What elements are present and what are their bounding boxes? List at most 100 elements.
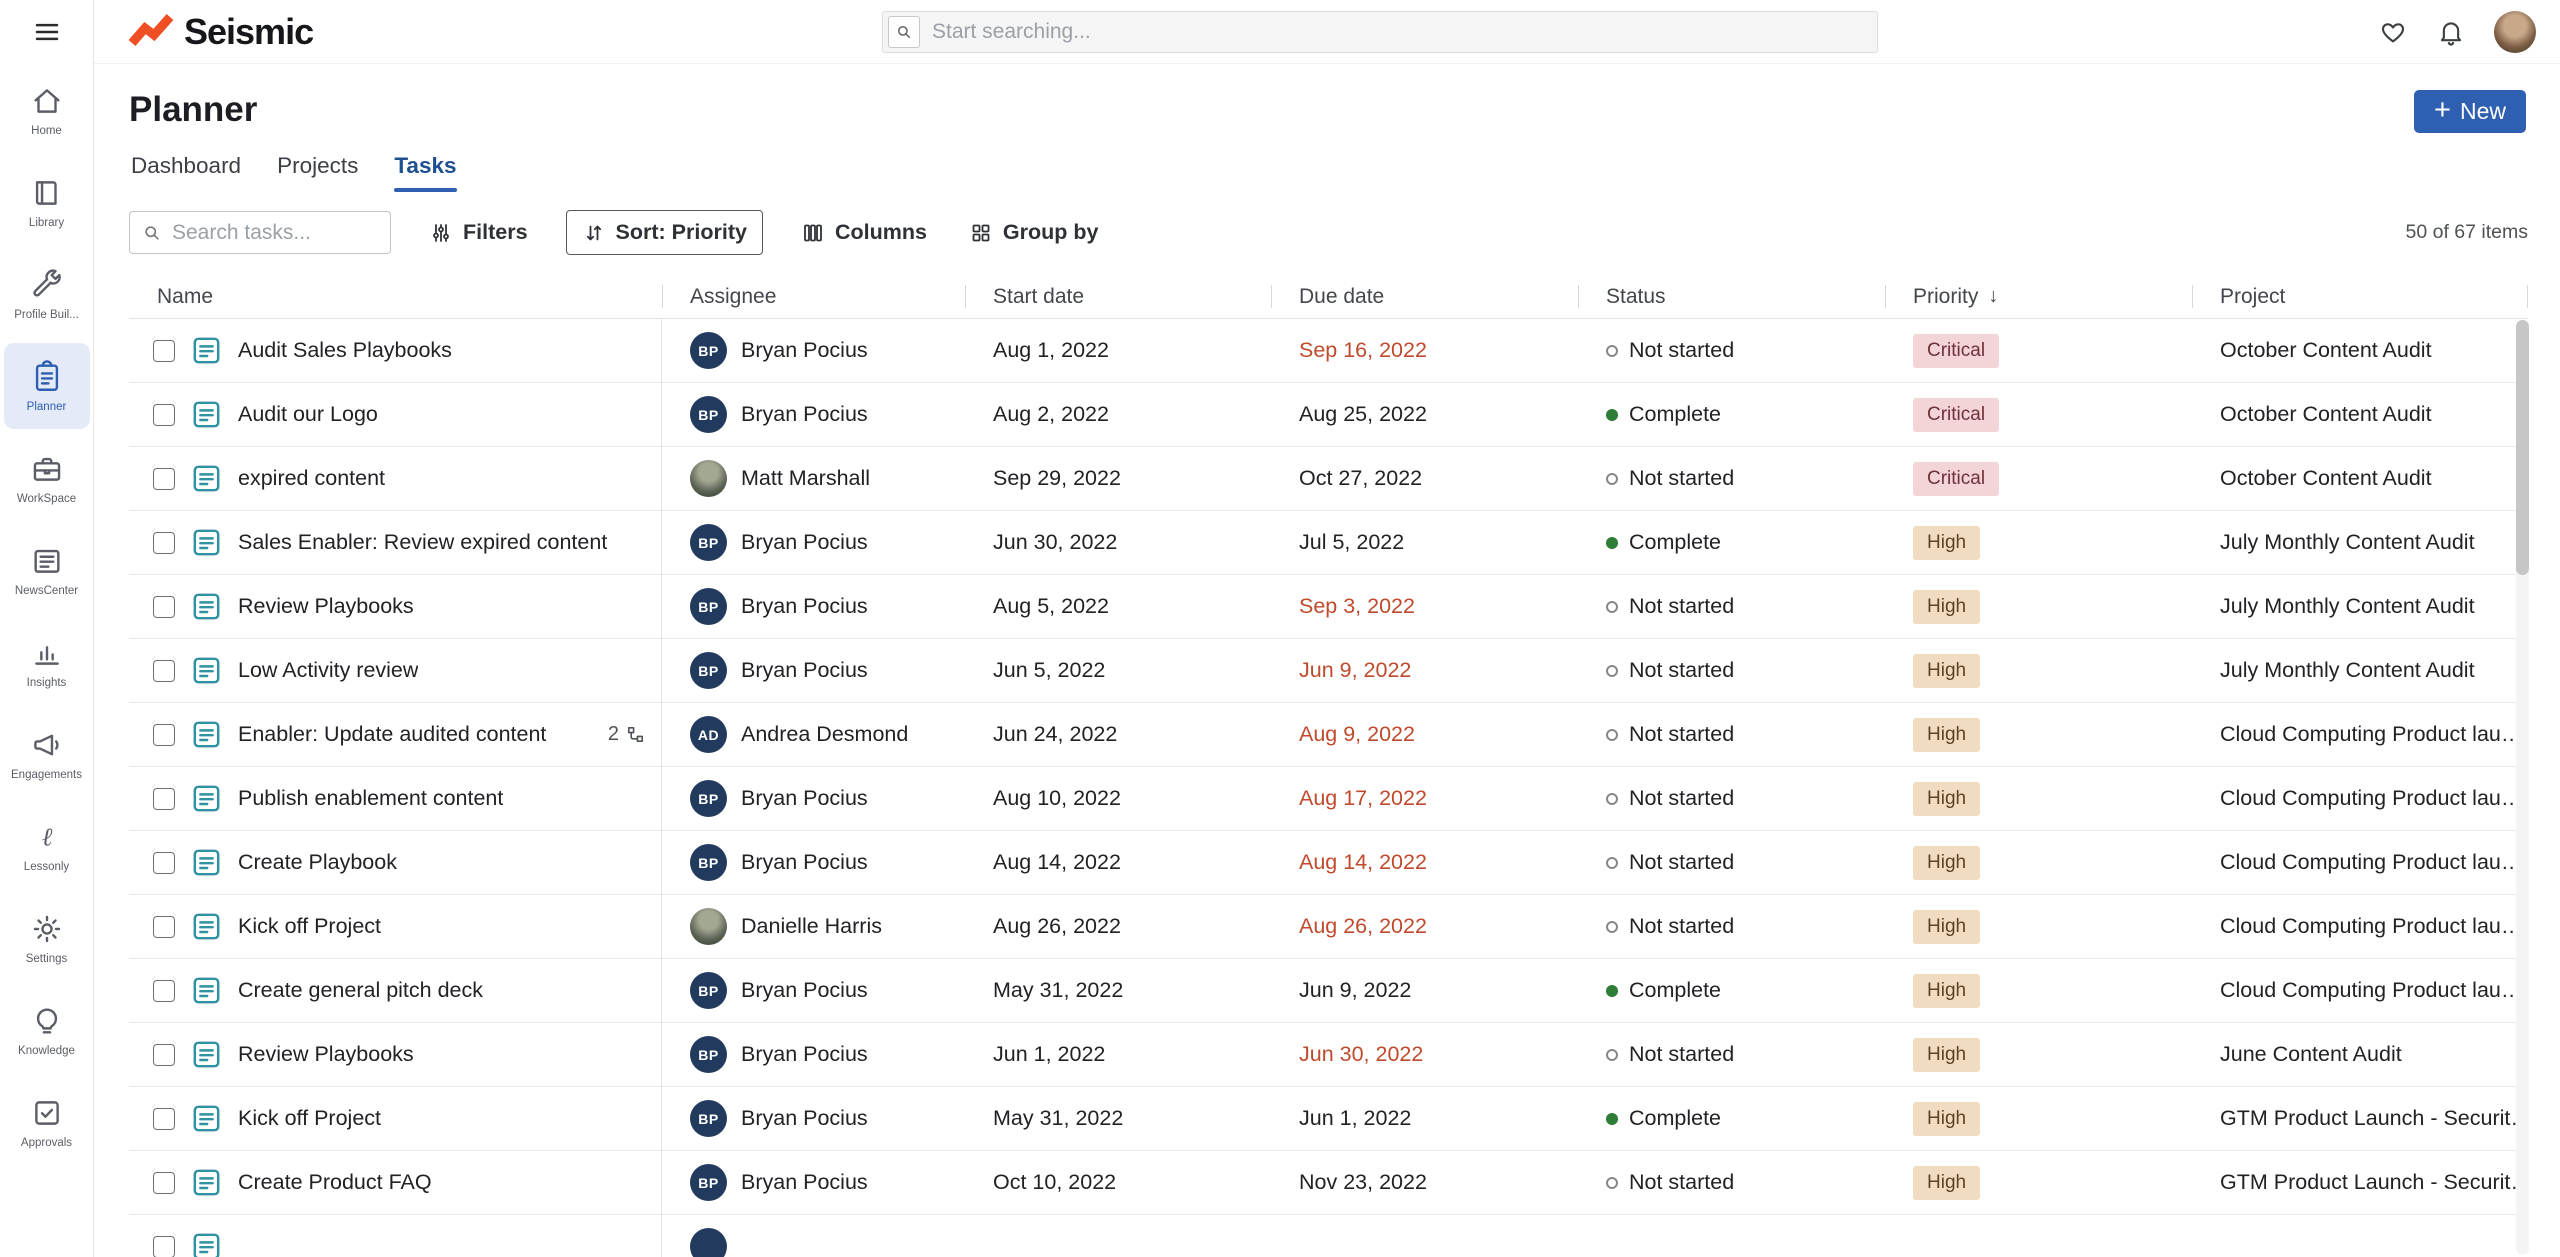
sidebar-item-planner[interactable]: Planner (0, 340, 93, 432)
column-header-status[interactable]: Status (1578, 275, 1885, 318)
table-row[interactable]: Enabler: Update audited content 2 ADAndr… (129, 703, 2528, 767)
task-name[interactable]: Low Activity review (238, 658, 418, 683)
hamburger-menu-button[interactable] (0, 0, 93, 64)
table-row[interactable]: expired content Matt Marshall Sep 29, 20… (129, 447, 2528, 511)
row-checkbox[interactable] (153, 596, 175, 618)
sidebar-item-approvals[interactable]: Approvals (0, 1076, 93, 1168)
sidebar-item-newscenter[interactable]: NewsCenter (0, 524, 93, 616)
row-checkbox[interactable] (153, 1236, 175, 1257)
table-row[interactable]: Audit our Logo BPBryan Pocius Aug 2, 202… (129, 383, 2528, 447)
row-checkbox[interactable] (153, 532, 175, 554)
row-checkbox[interactable] (153, 404, 175, 426)
task-name[interactable]: Audit Sales Playbooks (238, 338, 452, 363)
task-name[interactable]: Review Playbooks (238, 594, 414, 619)
table-row[interactable]: Review Playbooks BPBryan Pocius Jun 1, 2… (129, 1023, 2528, 1087)
sidebar-item-profile-builder[interactable]: Profile Buil... (0, 248, 93, 340)
table-row[interactable]: Create Playbook BPBryan Pocius Aug 14, 2… (129, 831, 2528, 895)
start-date-cell: Aug 14, 2022 (965, 831, 1271, 894)
filters-button[interactable]: Filters (425, 211, 532, 254)
task-name[interactable]: Create Product FAQ (238, 1170, 432, 1195)
status-cell: Not started (1578, 1151, 1885, 1214)
row-checkbox[interactable] (153, 660, 175, 682)
table-row[interactable]: Create Product FAQ BPBryan Pocius Oct 10… (129, 1151, 2528, 1215)
column-header-name[interactable]: Name (129, 275, 662, 318)
new-button[interactable]: + New (2414, 90, 2526, 133)
sidebar-item-settings[interactable]: Settings (0, 892, 93, 984)
table-row[interactable]: Review Playbooks BPBryan Pocius Aug 5, 2… (129, 575, 2528, 639)
row-checkbox[interactable] (153, 788, 175, 810)
tab-projects[interactable]: Projects (277, 153, 358, 192)
table-row[interactable]: Kick off Project Danielle Harris Aug 26,… (129, 895, 2528, 959)
search-icon[interactable] (888, 16, 920, 48)
task-icon (190, 654, 223, 687)
table-row[interactable]: Sales Enabler: Review expired content BP… (129, 511, 2528, 575)
global-search-input[interactable] (932, 20, 1867, 44)
table-row[interactable] (129, 1215, 2528, 1257)
task-name[interactable]: Kick off Project (238, 1106, 381, 1131)
priority-badge: High (1913, 846, 1980, 880)
tab-dashboard[interactable]: Dashboard (131, 153, 241, 192)
sidebar-item-knowledge[interactable]: Knowledge (0, 984, 93, 1076)
task-icon (190, 334, 223, 367)
table-row[interactable]: Create general pitch deck BPBryan Pocius… (129, 959, 2528, 1023)
notifications-bell-icon[interactable] (2436, 17, 2466, 47)
row-checkbox[interactable] (153, 852, 175, 874)
task-name[interactable]: Create general pitch deck (238, 978, 483, 1003)
row-checkbox[interactable] (153, 1172, 175, 1194)
task-name[interactable]: Kick off Project (238, 914, 381, 939)
sidebar-item-library[interactable]: Library (0, 156, 93, 248)
assignee-name: Andrea Desmond (741, 722, 908, 747)
project-cell: Cloud Computing Product lau… (2192, 703, 2528, 766)
task-name[interactable]: Sales Enabler: Review expired content (238, 530, 607, 555)
table-row[interactable]: Kick off Project BPBryan Pocius May 31, … (129, 1087, 2528, 1151)
table-row[interactable]: Publish enablement content BPBryan Pociu… (129, 767, 2528, 831)
assignee-avatar: BP (690, 1100, 727, 1137)
sidebar-item-engagements[interactable]: Engagements (0, 708, 93, 800)
svg-text:ℓ: ℓ (41, 822, 52, 852)
column-header-project[interactable]: Project (2192, 275, 2528, 318)
task-name[interactable]: Audit our Logo (238, 402, 378, 427)
table-row[interactable]: Audit Sales Playbooks BPBryan Pocius Aug… (129, 319, 2528, 383)
sidebar-item-workspace[interactable]: WorkSpace (0, 432, 93, 524)
favorites-heart-icon[interactable] (2378, 17, 2408, 47)
assignee-avatar (690, 908, 727, 945)
row-checkbox[interactable] (153, 1108, 175, 1130)
table-row[interactable]: Low Activity review BPBryan Pocius Jun 5… (129, 639, 2528, 703)
status-cell: Complete (1578, 959, 1885, 1022)
row-checkbox[interactable] (153, 1044, 175, 1066)
row-checkbox[interactable] (153, 980, 175, 1002)
column-header-start-date[interactable]: Start date (965, 275, 1271, 318)
due-date-cell: Jun 1, 2022 (1271, 1087, 1578, 1150)
topbar-actions (2378, 0, 2536, 64)
row-checkbox[interactable] (153, 724, 175, 746)
tab-tasks[interactable]: Tasks (394, 153, 456, 192)
task-name[interactable]: Publish enablement content (238, 786, 503, 811)
row-checkbox[interactable] (153, 468, 175, 490)
sidebar-item-home[interactable]: Home (0, 64, 93, 156)
name-cell: Create Product FAQ (129, 1151, 662, 1214)
seismic-logo[interactable]: Seismic (128, 0, 313, 64)
user-avatar[interactable] (2494, 11, 2536, 53)
columns-button[interactable]: Columns (797, 211, 931, 254)
start-date-cell: Aug 26, 2022 (965, 895, 1271, 958)
task-name[interactable]: Create Playbook (238, 850, 397, 875)
status-cell: Complete (1578, 383, 1885, 446)
sort-button[interactable]: Sort: Priority (566, 210, 763, 255)
task-name[interactable]: Review Playbooks (238, 1042, 414, 1067)
task-name[interactable]: expired content (238, 466, 385, 491)
priority-badge: High (1913, 1166, 1980, 1200)
column-header-priority[interactable]: Priority↓ (1885, 275, 2192, 318)
row-checkbox[interactable] (153, 340, 175, 362)
assignee-cell: BPBryan Pocius (662, 831, 965, 894)
scrollbar-thumb[interactable] (2516, 320, 2529, 575)
column-header-due-date[interactable]: Due date (1271, 275, 1578, 318)
priority-badge: High (1913, 526, 1980, 560)
row-checkbox[interactable] (153, 916, 175, 938)
sidebar-item-insights[interactable]: Insights (0, 616, 93, 708)
group-by-button[interactable]: Group by (965, 211, 1103, 254)
task-name[interactable]: Enabler: Update audited content (238, 722, 546, 747)
task-search-input[interactable] (172, 221, 378, 245)
table-scrollbar[interactable] (2516, 320, 2529, 1255)
column-header-assignee[interactable]: Assignee (662, 275, 965, 318)
sidebar-item-lessonly[interactable]: ℓ Lessonly (0, 800, 93, 892)
